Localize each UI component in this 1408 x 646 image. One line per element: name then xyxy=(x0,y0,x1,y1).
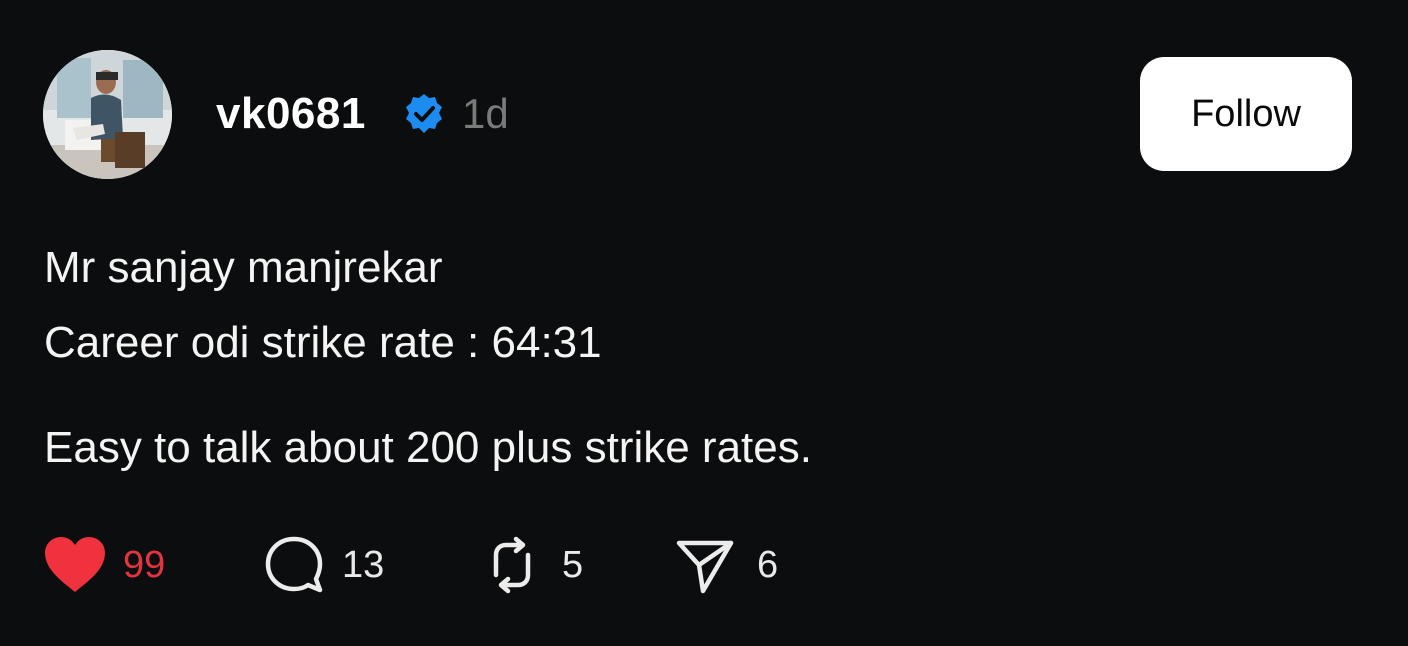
avatar[interactable] xyxy=(43,50,172,179)
share-count: 6 xyxy=(757,544,779,586)
post-text-line-2: Career odi strike rate : 64:31 xyxy=(44,318,602,367)
verified-badge-icon xyxy=(402,92,446,136)
repost-icon xyxy=(493,536,531,594)
send-icon xyxy=(676,540,734,594)
username[interactable]: vk0681 xyxy=(216,88,366,140)
post-time: 1d xyxy=(462,90,509,137)
follow-button[interactable]: Follow xyxy=(1140,57,1352,171)
avatar-image xyxy=(43,50,172,179)
thread-post: vk0681 1d Follow Mr sanjay manjrekar Car… xyxy=(0,0,1408,646)
post-text-line-1: Mr sanjay manjrekar xyxy=(44,243,443,292)
post-text-line-3: Easy to talk about 200 plus strike rates… xyxy=(44,423,812,472)
comment-bubble-icon xyxy=(265,536,323,593)
share-button[interactable]: 6 xyxy=(675,533,778,597)
like-count: 99 xyxy=(123,544,166,586)
reply-button[interactable]: 13 xyxy=(264,533,384,597)
like-button[interactable]: 99 xyxy=(43,533,165,597)
reply-count: 13 xyxy=(342,544,385,586)
repost-count: 5 xyxy=(562,544,584,586)
repost-button[interactable]: 5 xyxy=(482,533,583,597)
heart-icon xyxy=(45,537,105,592)
